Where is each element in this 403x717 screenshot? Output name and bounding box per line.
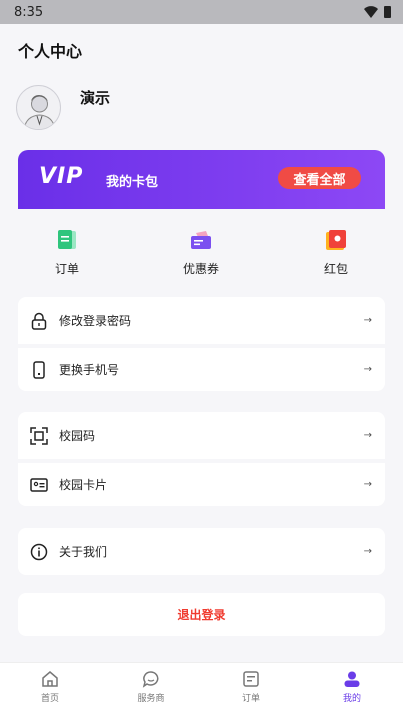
home-icon: [42, 671, 58, 687]
quick-actions: 订单 优惠券 红包: [0, 209, 403, 289]
coupon-icon: [191, 231, 211, 249]
menu-group-campus: 校园码 → 校园卡片 →: [18, 412, 385, 506]
view-all-button[interactable]: 查看全部: [278, 167, 361, 189]
status-time: 8:35: [14, 4, 44, 20]
arrow-right-icon: →: [363, 364, 372, 375]
red-packet-icon: [326, 230, 346, 250]
menu-item-campus-code[interactable]: 校园码 →: [18, 412, 385, 459]
tab-mine[interactable]: 我的: [327, 670, 377, 712]
wifi-icon: [364, 6, 378, 18]
menu-group-account: 修改登录密码 → 更换手机号 →: [18, 297, 385, 391]
menu-label: 校园码: [59, 429, 96, 443]
quick-label-order: 订单: [54, 262, 79, 276]
arrow-right-icon: →: [363, 479, 372, 490]
status-bar: 8:35: [0, 0, 403, 24]
arrow-right-icon: →: [363, 430, 372, 441]
scan-code-icon: [30, 426, 48, 445]
menu-item-about-us[interactable]: 关于我们 →: [18, 528, 385, 575]
vip-logo: VIP: [39, 164, 84, 189]
order-icon: [243, 671, 259, 687]
chat-icon: [142, 671, 159, 688]
menu-label: 修改登录密码: [59, 314, 132, 328]
quick-label-red-packet: 红包: [323, 262, 348, 276]
user-name: 演示: [80, 89, 111, 107]
status-icons: [364, 6, 391, 18]
id-card-icon: [30, 477, 48, 492]
vip-title: 我的卡包: [106, 175, 159, 190]
menu-label: 更换手机号: [59, 363, 120, 377]
tab-home[interactable]: 首页: [25, 670, 75, 712]
menu-group-about: 关于我们 →: [18, 528, 385, 575]
info-icon: [30, 543, 48, 560]
menu-label: 关于我们: [59, 545, 108, 559]
menu-label: 校园卡片: [59, 478, 108, 492]
phone-icon: [33, 360, 45, 379]
logout-button[interactable]: 退出登录: [18, 593, 385, 636]
profile-page: 个人中心 演示 VIP 我的卡包 查看全部 订单 优惠券 红包 修改登录密码 →…: [0, 24, 403, 662]
battery-icon: [384, 6, 391, 18]
tab-label: 订单: [241, 694, 260, 704]
quick-label-coupon: 优惠券: [182, 262, 219, 276]
quick-item-coupon[interactable]: 优惠券: [156, 217, 246, 277]
arrow-right-icon: →: [363, 546, 372, 557]
user-icon: [344, 671, 360, 687]
menu-item-change-password[interactable]: 修改登录密码 →: [18, 297, 385, 344]
order-doc-icon: [58, 230, 76, 249]
quick-item-red-packet[interactable]: 红包: [291, 217, 381, 277]
tab-label: 首页: [40, 694, 59, 704]
tab-orders[interactable]: 订单: [226, 670, 276, 712]
tab-label: 服务商: [137, 694, 165, 704]
tab-providers[interactable]: 服务商: [126, 670, 176, 712]
menu-item-campus-card[interactable]: 校园卡片 →: [18, 459, 385, 506]
arrow-right-icon: →: [363, 315, 372, 326]
avatar-portrait-icon: [23, 95, 56, 129]
avatar[interactable]: [16, 85, 61, 130]
tab-label: 我的: [342, 694, 361, 704]
menu-item-change-phone[interactable]: 更换手机号 →: [18, 344, 385, 391]
bottom-tab-bar: 首页 服务商 订单 我的: [0, 662, 403, 717]
page-title: 个人中心: [18, 42, 83, 61]
vip-card-banner[interactable]: VIP 我的卡包 查看全部: [18, 150, 385, 210]
quick-item-order[interactable]: 订单: [22, 217, 112, 277]
lock-icon: [31, 312, 47, 330]
